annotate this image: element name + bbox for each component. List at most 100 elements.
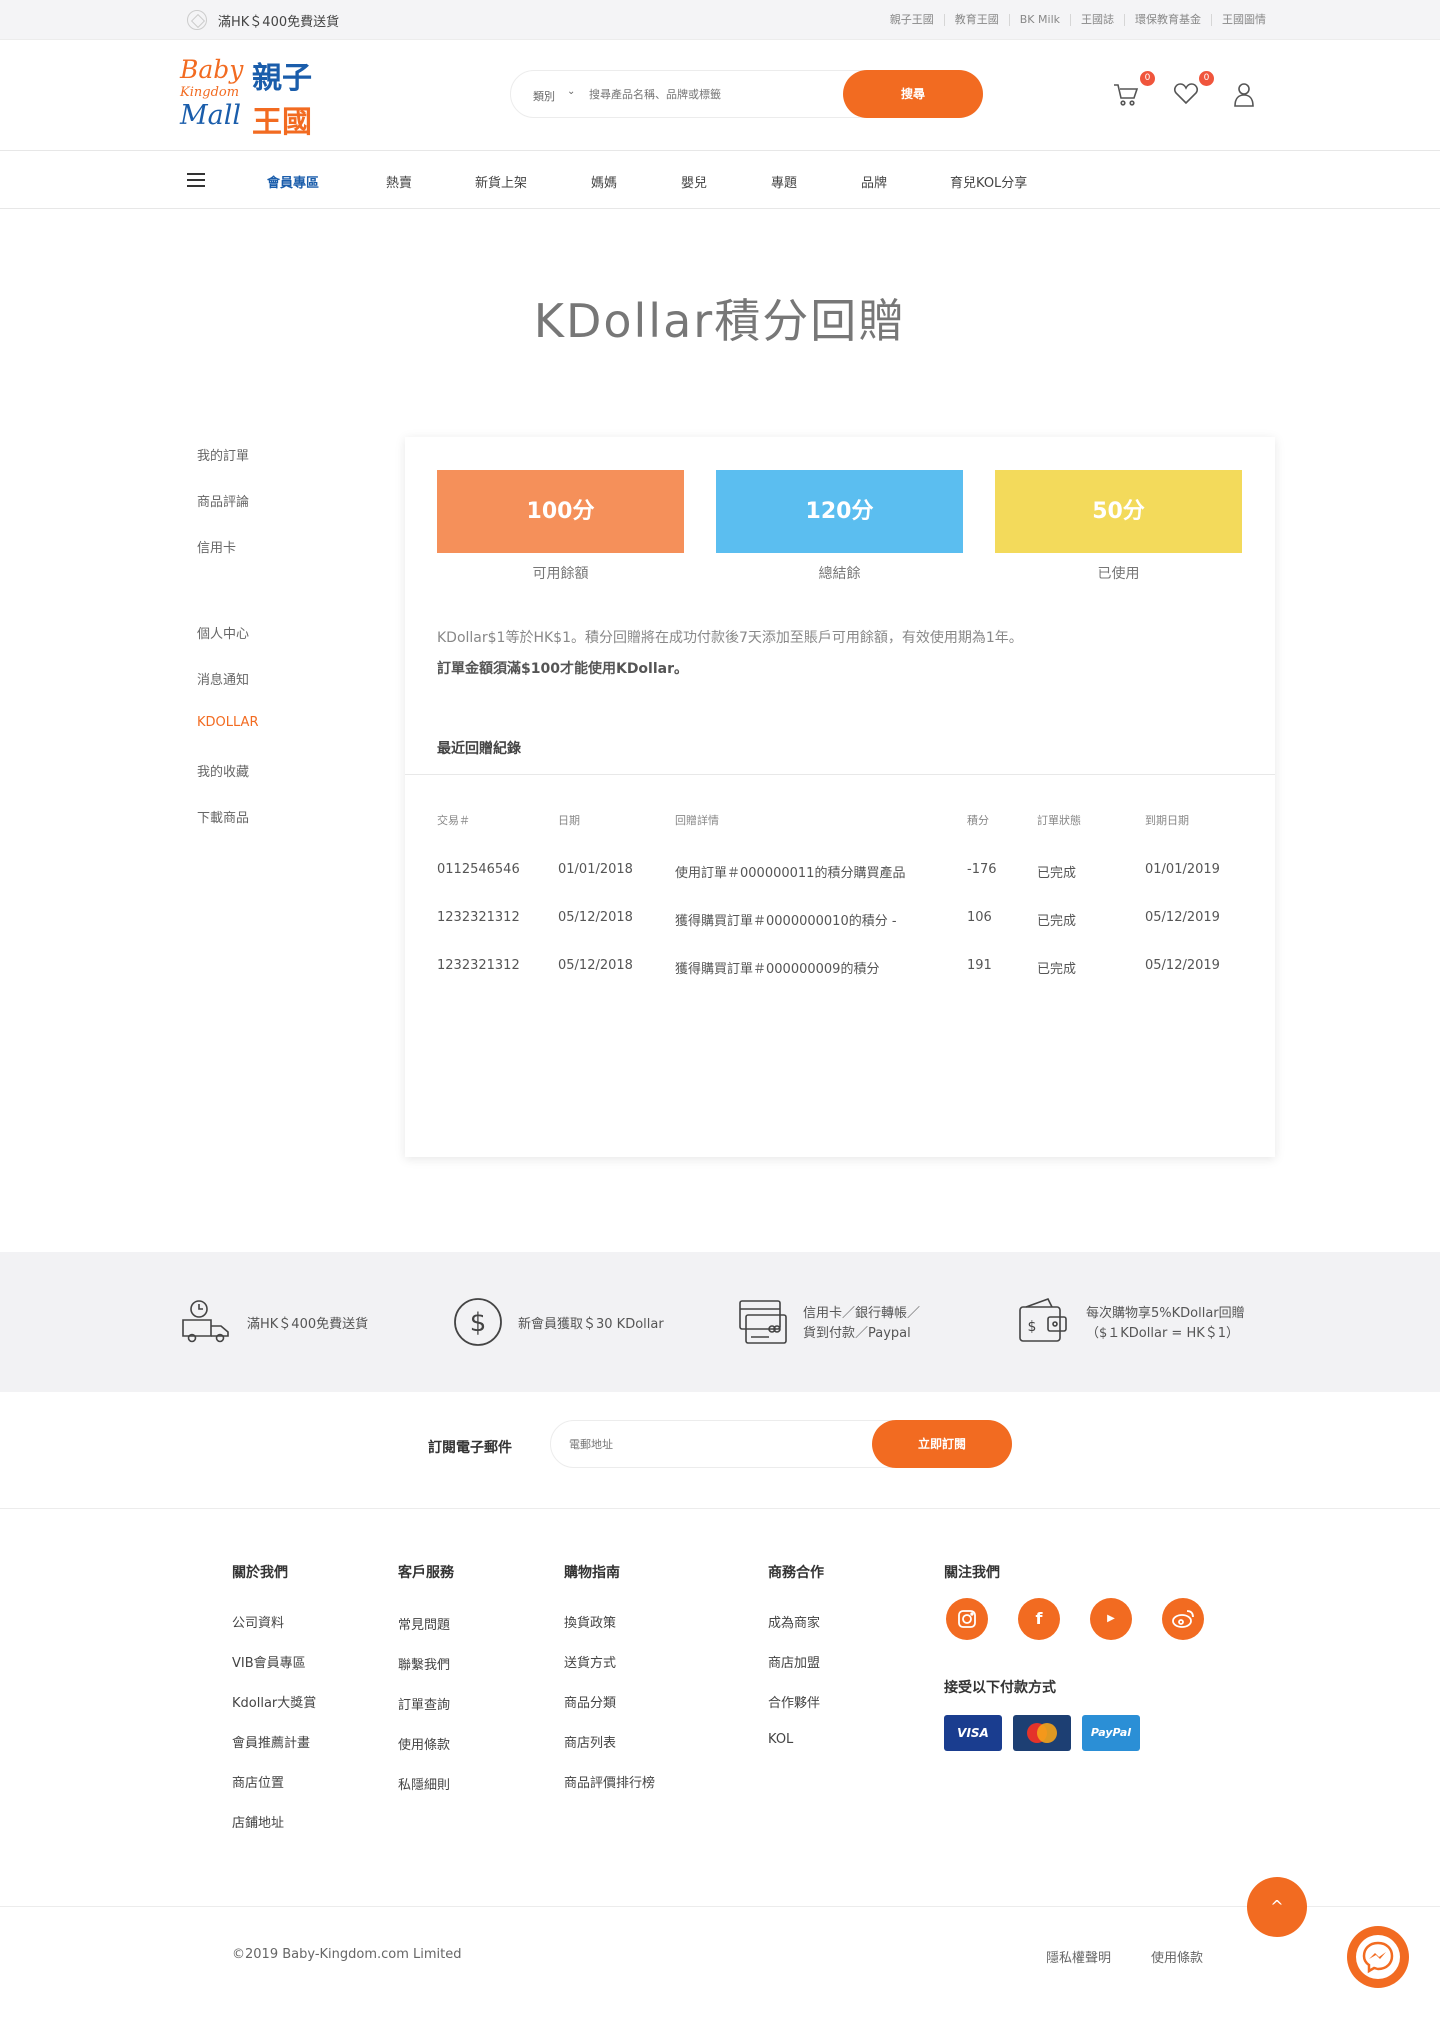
toplink-eco-fund[interactable]: 環保教育基金 [1124, 14, 1211, 26]
cell-transaction: 0112546546 [437, 862, 520, 877]
footer-link[interactable]: 商店位置 [232, 1772, 284, 1791]
kdollar-card: 100分 可用餘額 120分 總結餘 50分 已使用 KDollar$1等於HK… [405, 437, 1275, 1157]
svg-text:$: $ [1028, 1319, 1037, 1335]
footer-link[interactable]: 商店列表 [564, 1732, 616, 1751]
terms-link[interactable]: 使用條款 [1151, 1947, 1203, 1966]
toplink-education[interactable]: 教育王國 [943, 14, 1009, 26]
search-button[interactable]: 搜尋 [843, 70, 983, 118]
divider [0, 1508, 1440, 1509]
available-points-label: 可用餘額 [532, 566, 589, 582]
nav-item-mom[interactable]: 媽媽 [591, 172, 617, 191]
divider [405, 774, 1275, 775]
visa-icon: VISA [944, 1715, 1002, 1751]
subscribe-button[interactable]: 立即訂閱 [872, 1420, 1012, 1468]
back-to-top-button[interactable]: ^ [1247, 1877, 1307, 1937]
cell-status: 已完成 [1037, 914, 1077, 929]
available-points-box: 100分 [437, 470, 684, 553]
logo-text-kingdom: Kingdom [180, 85, 240, 100]
nav-item-baby[interactable]: 嬰兒 [681, 172, 707, 191]
top-links: 親子王國 教育王國 BK Milk 王國誌 環保教育基金 王國圖情 [880, 14, 1276, 26]
footer-link[interactable]: 私隱細則 [398, 1774, 450, 1793]
footer-link[interactable]: 聯繫我們 [398, 1654, 450, 1673]
toplink-parenting[interactable]: 親子王國 [880, 14, 944, 26]
footer-link[interactable]: 公司資料 [232, 1612, 284, 1631]
cell-points: -176 [967, 862, 997, 877]
footer-link[interactable]: 合作夥伴 [768, 1692, 820, 1711]
footer-link[interactable]: 店鋪地址 [232, 1812, 284, 1831]
facebook-icon[interactable]: f [1018, 1598, 1060, 1640]
youtube-icon[interactable]: ▶ [1090, 1598, 1132, 1640]
footer-link[interactable]: 使用條款 [398, 1734, 450, 1753]
nav-item-kol[interactable]: 育兒KOL分享 [950, 172, 1027, 191]
page-title: KDollar積分回贈 [533, 294, 907, 348]
nav-item-brands[interactable]: 品牌 [861, 172, 887, 191]
sidebar-item-orders[interactable]: 我的訂單 [197, 445, 249, 464]
paypal-icon: PayPal [1082, 1715, 1140, 1751]
instagram-icon[interactable] [946, 1598, 988, 1640]
nav-item-member[interactable]: 會員專區 [267, 172, 319, 191]
weibo-icon[interactable] [1162, 1598, 1204, 1640]
credit-card-icon [738, 1299, 788, 1351]
footer-link[interactable]: KOL [768, 1732, 793, 1747]
col-header-transaction: 交易＃ [437, 814, 470, 827]
footer-link[interactable]: 換貨政策 [564, 1612, 616, 1631]
feature-cashback-line2: （$１KDollar = HK＄1） [1086, 1326, 1240, 1341]
search-category[interactable]: 類別 [533, 88, 555, 104]
logo-text-zh1: 親子 [252, 61, 312, 96]
logo-text-zh2: 王國 [252, 105, 312, 140]
feature-payment-methods: 信用卡／銀行轉帳／ 貨到付款／Paypal [803, 1304, 920, 1344]
messenger-button[interactable] [1347, 1926, 1409, 1988]
footer-link[interactable]: 送貨方式 [564, 1652, 616, 1671]
footer-link[interactable]: 會員推薦計畫 [232, 1732, 310, 1751]
cart-icon[interactable] [1112, 80, 1140, 108]
footer-heading-follow: 關注我們 [944, 1565, 1000, 1581]
chevron-down-icon[interactable]: ⌄ [567, 86, 575, 97]
cell-transaction: 1232321312 [437, 958, 520, 973]
footer-link[interactable]: 成為商家 [768, 1612, 820, 1631]
footer-heading-guide: 購物指南 [564, 1565, 620, 1581]
footer-link[interactable]: 商品評價排行榜 [564, 1772, 655, 1791]
toplink-bkmilk[interactable]: BK Milk [1008, 14, 1070, 26]
sidebar-item-kdollar[interactable]: KDOLLAR [197, 715, 258, 730]
cell-points: 191 [967, 958, 992, 973]
sidebar-item-notifications[interactable]: 消息通知 [197, 669, 249, 688]
cell-details: 獲得購買訂單＃0000000010的積分 - [675, 914, 897, 929]
feature-new-member: 新會員獲取＄30 KDollar [518, 1317, 664, 1332]
sidebar-item-downloads[interactable]: 下載商品 [197, 807, 249, 826]
heart-icon[interactable] [1172, 80, 1200, 108]
footer-link[interactable]: 商店加盟 [768, 1652, 820, 1671]
used-points-box: 50分 [995, 470, 1242, 553]
col-header-expiry: 到期日期 [1145, 814, 1189, 827]
nav-item-new[interactable]: 新貨上架 [475, 172, 527, 191]
privacy-link[interactable]: 隱私權聲明 [1046, 1947, 1111, 1966]
user-icon[interactable] [1230, 80, 1258, 108]
cell-date: 05/12/2018 [558, 910, 633, 925]
search-input[interactable] [589, 85, 849, 105]
footer-heading-business: 商務合作 [768, 1565, 824, 1581]
toplink-library[interactable]: 王國圖情 [1211, 14, 1276, 26]
menu-icon[interactable] [187, 173, 205, 187]
site-logo[interactable]: Baby Kingdom Mall 親子 王國 [180, 55, 320, 140]
email-field[interactable] [569, 1436, 849, 1454]
sidebar-item-favorites[interactable]: 我的收藏 [197, 761, 249, 780]
toplink-magazine[interactable]: 王國誌 [1070, 14, 1124, 26]
divider [0, 1906, 1440, 1907]
footer-link[interactable]: Kdollar大獎賞 [232, 1692, 316, 1711]
nav-item-topics[interactable]: 專題 [771, 172, 797, 191]
sidebar-item-reviews[interactable]: 商品評論 [197, 491, 249, 510]
promo-text: 滿HK＄400免費送貨 [218, 15, 340, 30]
col-header-details: 回贈詳情 [675, 814, 719, 827]
footer-link[interactable]: 常見問題 [398, 1614, 450, 1633]
col-header-points: 積分 [967, 814, 989, 827]
nav-item-hot[interactable]: 熱賣 [386, 172, 412, 191]
footer-link[interactable]: 商品分類 [564, 1692, 616, 1711]
footer-link[interactable]: VIB會員專區 [232, 1652, 306, 1671]
copyright-text: ©2019 Baby-Kingdom.com Limited [232, 1947, 462, 1962]
sidebar-item-profile[interactable]: 個人中心 [197, 623, 249, 642]
cell-status: 已完成 [1037, 866, 1077, 881]
feature-free-delivery: 滿HK＄400免費送貨 [247, 1317, 369, 1332]
cell-status: 已完成 [1037, 962, 1077, 977]
footer-link[interactable]: 訂單查詢 [398, 1694, 450, 1713]
kdollar-minimum-text: 訂單金額須滿$100才能使用KDollar。 [437, 661, 689, 677]
sidebar-item-credit-card[interactable]: 信用卡 [197, 537, 236, 556]
